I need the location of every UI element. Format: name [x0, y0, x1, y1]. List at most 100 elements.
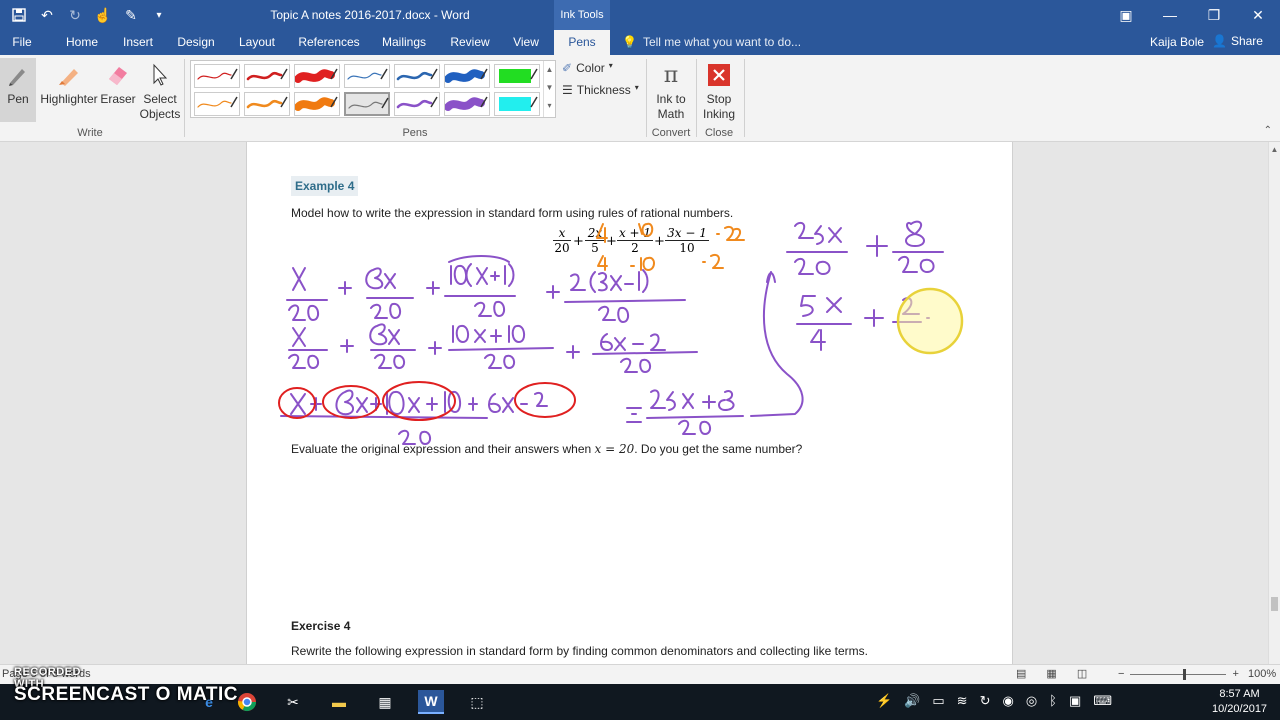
document-title: Topic A notes 2016-2017.docx - Word [270, 8, 470, 22]
selection-tool-icon[interactable]: ⬚ [464, 690, 490, 714]
stop-inking-button[interactable]: Stop Inking [700, 58, 738, 122]
pi-icon: π [663, 62, 679, 88]
chevron-down-icon: ▾ [608, 61, 613, 70]
pen-swatch[interactable] [394, 64, 440, 88]
sync-icon[interactable]: ↻ [980, 693, 991, 709]
pens-group-label: Pens [402, 127, 428, 139]
tell-me-search[interactable]: 💡 Tell me what you want to do... [622, 35, 801, 49]
ink-to-math-button[interactable]: π Ink to Math [650, 58, 692, 122]
zoom-slider[interactable] [1130, 668, 1227, 680]
zoom-thumb[interactable] [1183, 668, 1187, 680]
pen-swatch[interactable] [344, 92, 390, 116]
close-icon[interactable]: ✕ [1236, 0, 1280, 30]
thickness-dropdown[interactable]: ☰ Thickness ▾ [562, 83, 639, 97]
eraser-button[interactable]: Eraser [100, 58, 136, 106]
restore-icon[interactable]: ❐ [1192, 0, 1236, 30]
ribbon: Pen Highlighter Eraser Select Objects Wr… [0, 55, 1280, 142]
separator [646, 59, 647, 137]
pens-gallery: ▲ ▼ ▾ [190, 60, 556, 118]
ribbon-display-icon[interactable]: ▣ [1104, 0, 1148, 30]
pen-swatch[interactable] [194, 92, 240, 116]
pen-swatch[interactable] [394, 92, 440, 116]
separator [744, 59, 745, 137]
eraser-label: Eraser [100, 92, 136, 106]
word-icon[interactable]: W [418, 690, 444, 714]
paint-icon: ✐ [562, 61, 573, 75]
tab-view[interactable]: View [508, 30, 544, 55]
color-dropdown[interactable]: ✐ Color ▾ [562, 61, 613, 75]
ribbon-tabs: File Home Insert Design Layout Reference… [0, 30, 1280, 55]
tab-home[interactable]: Home [58, 30, 106, 55]
document-area: Example 4 Model how to write the express… [0, 142, 1268, 664]
keyboard-icon[interactable]: ⌨ [1093, 693, 1112, 709]
highlighter-button[interactable]: Highlighter [38, 58, 100, 106]
stop-inking-label: Stop Inking [702, 92, 736, 121]
vertical-scrollbar[interactable]: ▲ [1268, 142, 1280, 664]
ink-to-math-label: Ink to Math [656, 92, 686, 121]
gallery-scroll[interactable]: ▲ ▼ ▾ [543, 61, 555, 117]
title-bar: ↶ ↻ ☝ ✎ ▾ Topic A notes 2016-2017.docx -… [0, 0, 1280, 30]
pen-swatch[interactable] [494, 64, 540, 88]
battery-icon[interactable]: ▭ [932, 693, 944, 709]
pen-swatch[interactable] [494, 92, 540, 116]
write-group-label: Write [77, 127, 103, 139]
lightbulb-icon: 💡 [622, 35, 637, 49]
pen-swatch[interactable] [294, 64, 340, 88]
scroll-thumb[interactable] [1271, 597, 1278, 611]
ink-annotations [278, 220, 964, 445]
highlighter-label: Highlighter [40, 92, 98, 106]
print-layout-icon[interactable]: ▦ [1046, 667, 1056, 680]
calculator-icon[interactable]: ▦ [372, 690, 398, 714]
pen-button[interactable]: Pen [0, 58, 36, 122]
tab-layout[interactable]: Layout [234, 30, 280, 55]
pen-label: Pen [7, 92, 29, 106]
pen-swatch[interactable] [444, 92, 490, 116]
pen-swatch[interactable] [244, 92, 290, 116]
volume-icon[interactable]: 🔊 [904, 693, 920, 709]
user-name[interactable]: Kaija Bole [1150, 35, 1204, 49]
collapse-ribbon-icon[interactable]: ⌃ [1264, 125, 1272, 136]
eraser-icon [100, 58, 136, 92]
watermark-brand-text: SCREENCAST O MATIC [14, 684, 238, 705]
zoom-in-icon[interactable]: + [1232, 668, 1238, 680]
tab-mailings[interactable]: Mailings [376, 30, 432, 55]
wifi-icon[interactable]: ≋ [957, 693, 968, 709]
zoom-out-icon[interactable]: − [1118, 668, 1124, 680]
separator [696, 59, 697, 137]
highlighter-icon [38, 58, 100, 92]
scroll-down-icon[interactable]: ▼ [544, 79, 555, 97]
convert-group-label: Convert [651, 127, 691, 139]
network-icon[interactable]: ▣ [1069, 693, 1081, 709]
cursor-icon [138, 58, 182, 92]
file-explorer-icon[interactable]: ▬ [326, 690, 352, 714]
share-label: Share [1230, 34, 1263, 48]
minimize-icon[interactable]: — [1148, 0, 1192, 30]
more-icon[interactable]: ▾ [544, 97, 555, 115]
tab-insert[interactable]: Insert [116, 30, 160, 55]
bluetooth-icon[interactable]: ᛒ [1049, 693, 1057, 709]
tab-pens[interactable]: Pens [554, 30, 610, 55]
read-mode-icon[interactable]: ▤ [1016, 667, 1026, 680]
scroll-up-icon[interactable]: ▲ [544, 61, 555, 79]
notification-icon[interactable]: ⚡ [876, 693, 892, 709]
tab-file[interactable]: File [4, 30, 40, 55]
tab-review[interactable]: Review [446, 30, 494, 55]
document-page[interactable]: Example 4 Model how to write the express… [246, 142, 1013, 664]
tab-references[interactable]: References [296, 30, 362, 55]
pen-swatch[interactable] [344, 64, 390, 88]
zoom-percent[interactable]: 100% [1248, 668, 1276, 680]
share-button[interactable]: 👤 Share [1212, 34, 1263, 48]
security-icon[interactable]: ◎ [1026, 693, 1037, 709]
app-icon[interactable]: ◉ [1002, 693, 1013, 709]
pen-swatch[interactable] [244, 64, 290, 88]
pen-swatch[interactable] [444, 64, 490, 88]
system-tray: ⚡ 🔊 ▭ ≋ ↻ ◉ ◎ ᛒ ▣ ⌨ [876, 693, 1112, 709]
tab-design[interactable]: Design [172, 30, 220, 55]
status-bar: Page 5 of 8 words ▤ ▦ ◫ − + 100% [0, 664, 1280, 684]
clock[interactable]: 8:57 AM 10/20/2017 [1212, 687, 1267, 717]
web-layout-icon[interactable]: ◫ [1077, 667, 1087, 680]
scroll-up-icon[interactable]: ▲ [1269, 145, 1280, 154]
pen-swatch[interactable] [294, 92, 340, 116]
select-objects-button[interactable]: Select Objects [138, 58, 182, 122]
pen-swatch[interactable] [194, 64, 240, 88]
